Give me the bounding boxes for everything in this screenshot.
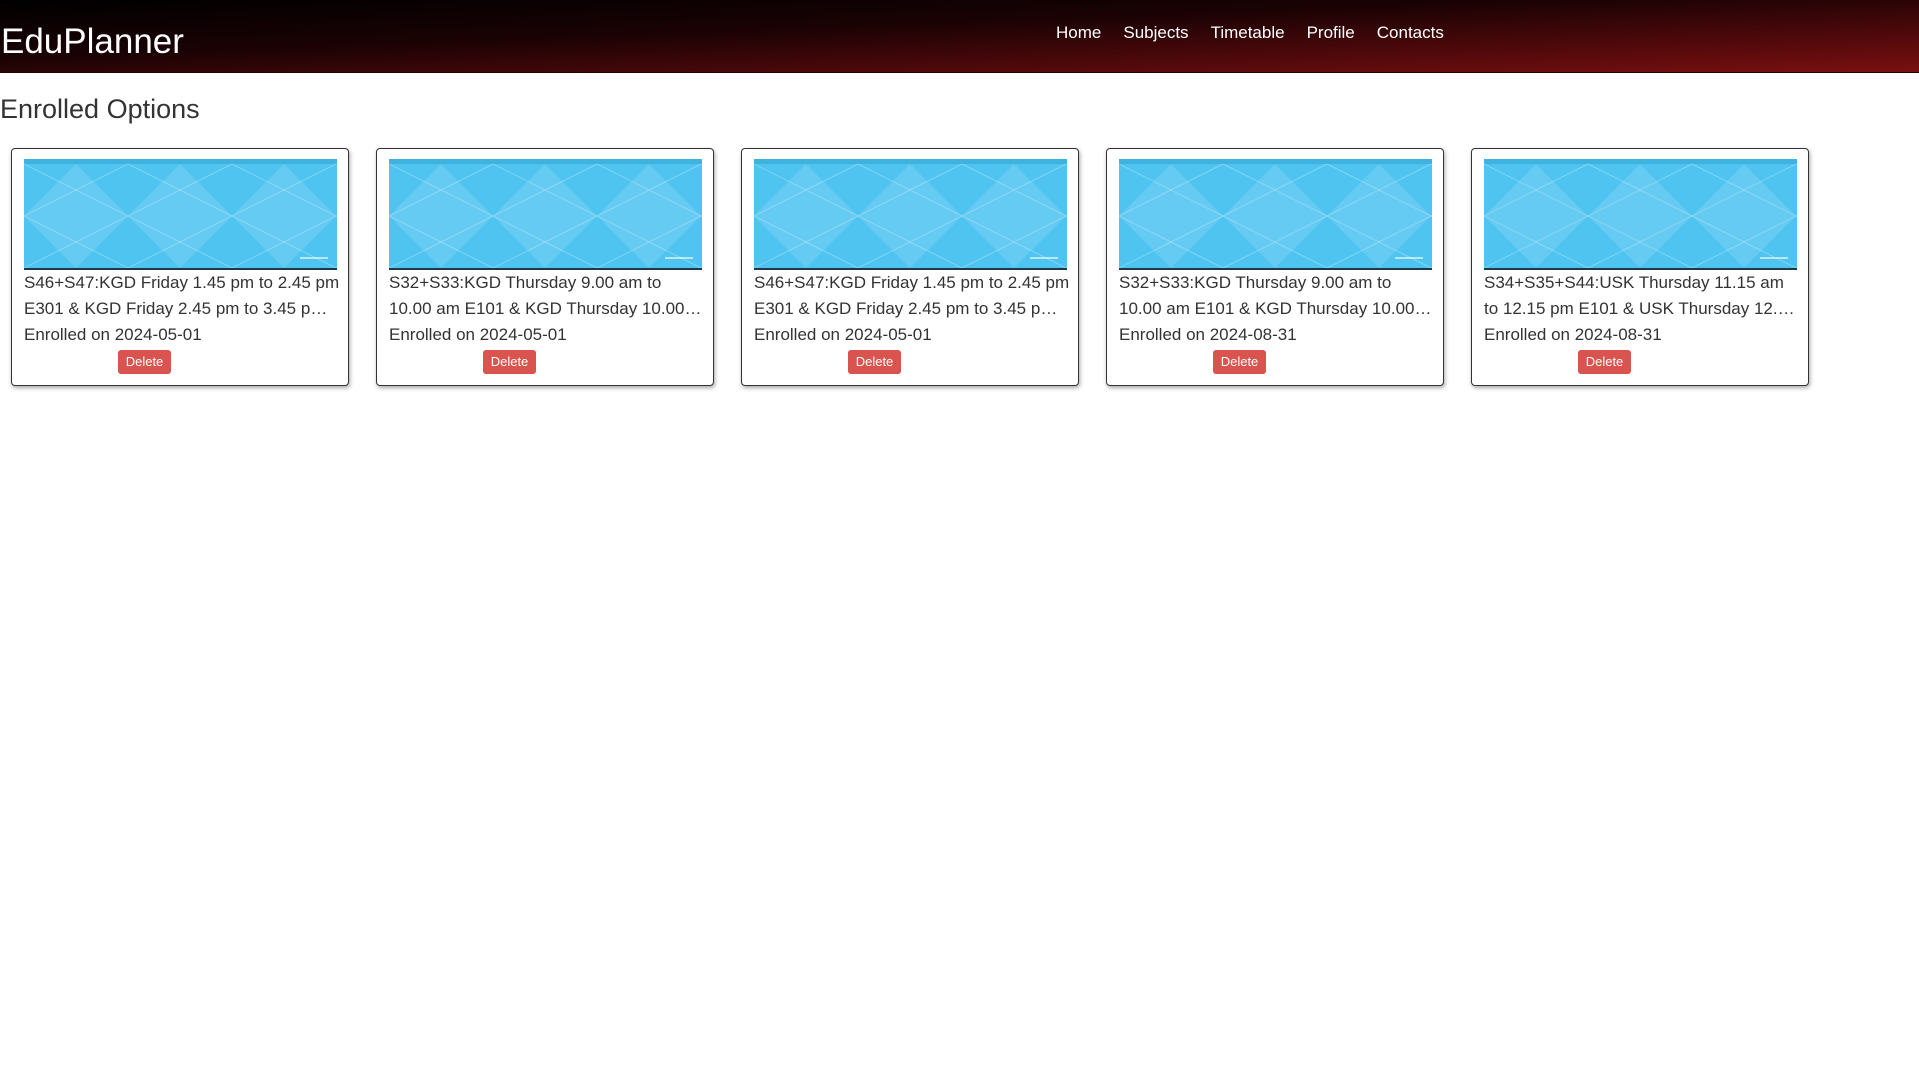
nav-item-subjects[interactable]: Subjects — [1123, 22, 1188, 44]
enrolled-card: S46+S47:KGD Friday 1.45 pm to 2.45 pm E3… — [741, 148, 1079, 386]
enrolled-card: S34+S35+S44:USK Thursday 11.15 am to 12.… — [1471, 148, 1809, 386]
card-title: S46+S47:KGD Friday 1.45 pm to 2.45 pm E3… — [24, 273, 340, 318]
nav-item-timetable[interactable]: Timetable — [1211, 22, 1285, 44]
enrolled-cards-list: S46+S47:KGD Friday 1.45 pm to 2.45 pm E3… — [11, 148, 1809, 386]
nav-menu: Home Subjects Timetable Profile Contacts — [1056, 22, 1466, 44]
delete-button[interactable]: Delete — [483, 350, 536, 374]
card-banner-image — [754, 159, 1067, 270]
card-enrolled-date: Enrolled on 2024-08-31 — [1484, 325, 1662, 344]
nav-item-profile[interactable]: Profile — [1307, 22, 1355, 44]
delete-button[interactable]: Delete — [1578, 350, 1631, 374]
top-navbar: EduPlanner Home Subjects Timetable Profi… — [0, 0, 1919, 73]
card-banner-image — [1119, 159, 1432, 270]
card-title: S34+S35+S44:USK Thursday 11.15 am to 12.… — [1484, 273, 1797, 318]
delete-button[interactable]: Delete — [118, 350, 171, 374]
enrolled-card: S32+S33:KGD Thursday 9.00 am to 10.00 am… — [376, 148, 714, 386]
enrolled-card: S46+S47:KGD Friday 1.45 pm to 2.45 pm E3… — [11, 148, 349, 386]
card-banner-image — [389, 159, 702, 270]
delete-button[interactable]: Delete — [1213, 350, 1266, 374]
card-title: S46+S47:KGD Friday 1.45 pm to 2.45 pm E3… — [754, 273, 1070, 318]
card-banner-image — [1484, 159, 1797, 270]
page-title: Enrolled Options — [0, 94, 200, 124]
delete-button[interactable]: Delete — [848, 350, 901, 374]
card-enrolled-date: Enrolled on 2024-05-01 — [389, 325, 567, 344]
brand-logo[interactable]: EduPlanner — [1, 22, 184, 62]
card-enrolled-date: Enrolled on 2024-05-01 — [754, 325, 932, 344]
card-banner-image — [24, 159, 337, 270]
card-title: S32+S33:KGD Thursday 9.00 am to 10.00 am… — [1119, 273, 1415, 318]
card-enrolled-date: Enrolled on 2024-05-01 — [24, 325, 202, 344]
card-enrolled-date: Enrolled on 2024-08-31 — [1119, 325, 1297, 344]
nav-item-home[interactable]: Home — [1056, 22, 1101, 44]
enrolled-card: S32+S33:KGD Thursday 9.00 am to 10.00 am… — [1106, 148, 1444, 386]
card-title: S32+S33:KGD Thursday 9.00 am to 10.00 am… — [389, 273, 685, 318]
nav-item-contacts[interactable]: Contacts — [1377, 22, 1444, 44]
